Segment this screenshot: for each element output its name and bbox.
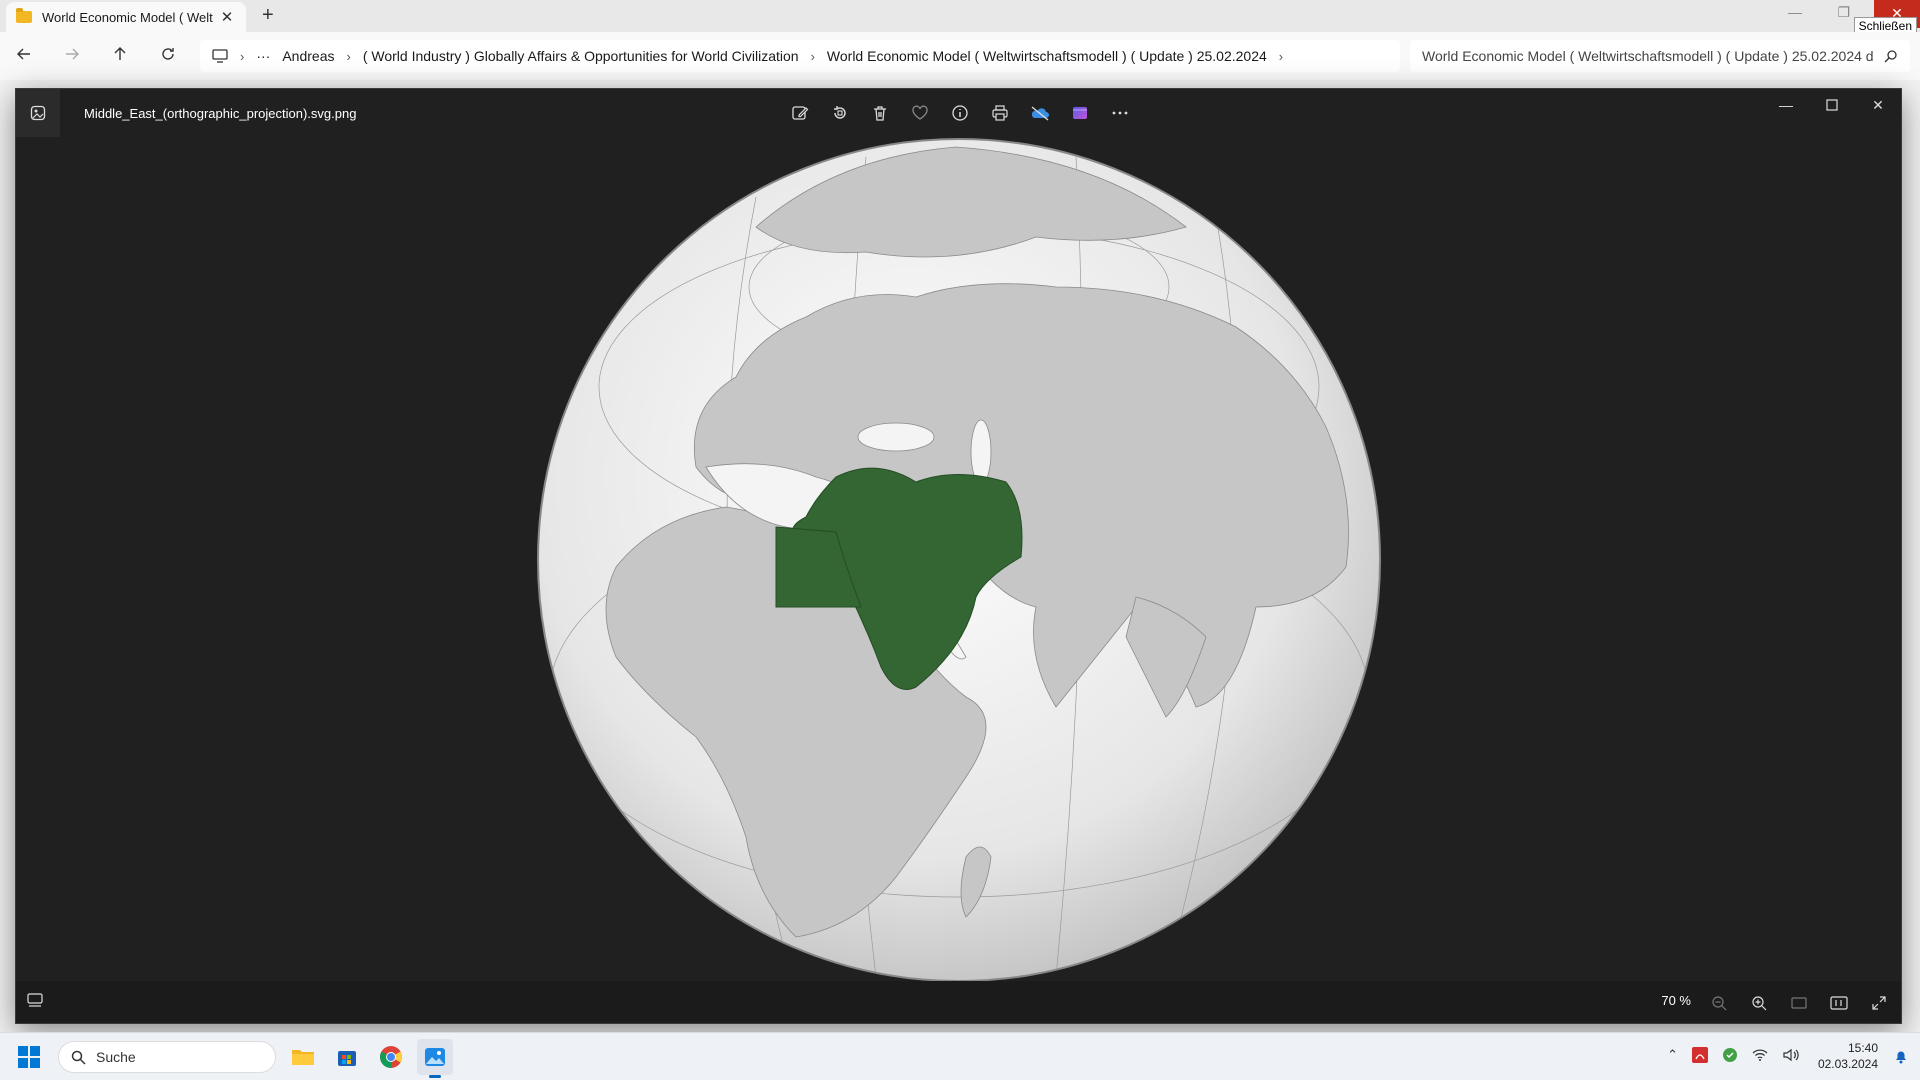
refresh-button[interactable] bbox=[144, 46, 192, 67]
viewer-window-controls: — ✕ bbox=[1763, 89, 1901, 121]
monitor-icon[interactable] bbox=[212, 49, 228, 63]
refresh-icon bbox=[162, 47, 174, 60]
image-canvas[interactable] bbox=[16, 137, 1901, 983]
breadcrumb: › ··· Andreas › ( World Industry ) Globa… bbox=[200, 40, 1400, 72]
search-value: World Economic Model ( Weltwirtschaftsmo… bbox=[1422, 48, 1874, 64]
chevron-right-icon[interactable]: › bbox=[811, 49, 815, 64]
close-icon[interactable]: ✕ bbox=[1855, 89, 1901, 121]
fullscreen-icon[interactable] bbox=[1865, 989, 1893, 1017]
filmstrip-icon[interactable] bbox=[26, 992, 44, 1013]
viewer-bottombar: 70 % bbox=[16, 981, 1901, 1023]
chrome-icon[interactable] bbox=[373, 1039, 409, 1075]
chevron-up-icon[interactable]: ⌃ bbox=[1667, 1047, 1678, 1063]
maximize-icon[interactable] bbox=[1809, 89, 1855, 121]
rotate-icon[interactable] bbox=[826, 99, 854, 127]
onedrive-icon[interactable] bbox=[1026, 99, 1054, 127]
clock-date: 02.03.2024 bbox=[1817, 1057, 1878, 1071]
file-explorer-icon[interactable] bbox=[285, 1039, 321, 1075]
taskbar-clock[interactable]: 15:40 02.03.2024 bbox=[1818, 1040, 1878, 1072]
breadcrumb-item[interactable]: World Economic Model ( Weltwirtschaftsmo… bbox=[827, 48, 1267, 64]
minimize-icon[interactable]: — bbox=[1763, 89, 1809, 121]
taskbar-search-placeholder: Suche bbox=[96, 1049, 136, 1065]
tab-close-icon[interactable]: ✕ bbox=[218, 8, 236, 26]
chevron-right-icon[interactable]: › bbox=[1279, 49, 1283, 64]
acrobat-tray-icon[interactable] bbox=[1692, 1047, 1708, 1063]
notification-bell-icon[interactable] bbox=[1894, 1048, 1908, 1069]
volume-icon[interactable] bbox=[1782, 1048, 1800, 1062]
photo-viewer-window: Middle_East_(orthographic_projection).sv… bbox=[15, 88, 1902, 1024]
explorer-tab[interactable]: World Economic Model ( Welt ✕ bbox=[6, 2, 246, 32]
viewer-toolbar bbox=[786, 99, 1134, 127]
breadcrumb-item[interactable]: ( World Industry ) Globally Affairs & Op… bbox=[363, 48, 799, 64]
search-icon bbox=[71, 1050, 86, 1065]
security-tray-icon[interactable] bbox=[1722, 1047, 1738, 1063]
restore-icon[interactable]: ❐ bbox=[1837, 4, 1850, 21]
chevron-right-icon[interactable]: › bbox=[240, 49, 244, 64]
viewer-filename: Middle_East_(orthographic_projection).sv… bbox=[84, 105, 357, 121]
back-button[interactable] bbox=[0, 46, 48, 67]
edit-icon[interactable] bbox=[786, 99, 814, 127]
windows-start-icon[interactable] bbox=[18, 1046, 40, 1073]
arrow-left-icon bbox=[17, 48, 30, 59]
search-icon bbox=[1884, 50, 1897, 63]
system-tray: ⌃ bbox=[1667, 1047, 1800, 1063]
clipchamp-icon[interactable] bbox=[1066, 99, 1094, 127]
arrow-right-icon bbox=[66, 48, 79, 59]
actual-size-icon[interactable] bbox=[1825, 989, 1853, 1017]
minimize-icon[interactable]: — bbox=[1788, 4, 1802, 20]
delete-icon[interactable] bbox=[866, 99, 894, 127]
taskbar: Suche ⌃ 15:40 02.03.2024 bbox=[0, 1032, 1920, 1080]
clock-time: 15:40 bbox=[1847, 1041, 1878, 1055]
zoom-in-icon[interactable] bbox=[1745, 989, 1773, 1017]
forward-button[interactable] bbox=[48, 46, 96, 67]
photos-taskbar-icon[interactable] bbox=[417, 1039, 453, 1078]
viewer-titlebar: Middle_East_(orthographic_projection).sv… bbox=[16, 89, 1901, 137]
zoom-out-icon[interactable] bbox=[1705, 989, 1733, 1017]
zoom-level: 70 % bbox=[1661, 993, 1691, 1008]
breadcrumb-more[interactable]: ··· bbox=[256, 48, 270, 64]
up-button[interactable] bbox=[96, 46, 144, 67]
microsoft-store-icon[interactable] bbox=[329, 1039, 365, 1075]
fit-window-icon[interactable] bbox=[1785, 989, 1813, 1017]
explorer-tabbar: World Economic Model ( Welt ✕ + — ❐ ✕ Sc… bbox=[0, 0, 1920, 35]
photos-app-icon[interactable] bbox=[16, 89, 60, 137]
wifi-icon[interactable] bbox=[1752, 1048, 1768, 1062]
favorite-icon[interactable] bbox=[906, 99, 934, 127]
globe-image bbox=[537, 138, 1381, 982]
chevron-right-icon[interactable]: › bbox=[347, 49, 351, 64]
tab-title: World Economic Model ( Welt bbox=[42, 9, 213, 25]
explorer-address-bar: › ··· Andreas › ( World Industry ) Globa… bbox=[0, 32, 1920, 80]
new-tab-button[interactable]: + bbox=[262, 4, 274, 27]
taskbar-search[interactable]: Suche bbox=[58, 1041, 276, 1073]
print-icon[interactable] bbox=[986, 99, 1014, 127]
breadcrumb-item[interactable]: Andreas bbox=[282, 48, 334, 64]
explorer-search-field[interactable]: World Economic Model ( Weltwirtschaftsmo… bbox=[1410, 40, 1910, 72]
info-icon[interactable] bbox=[946, 99, 974, 127]
folder-icon bbox=[16, 8, 32, 23]
more-icon[interactable] bbox=[1106, 99, 1134, 127]
arrow-up-icon bbox=[114, 46, 126, 60]
